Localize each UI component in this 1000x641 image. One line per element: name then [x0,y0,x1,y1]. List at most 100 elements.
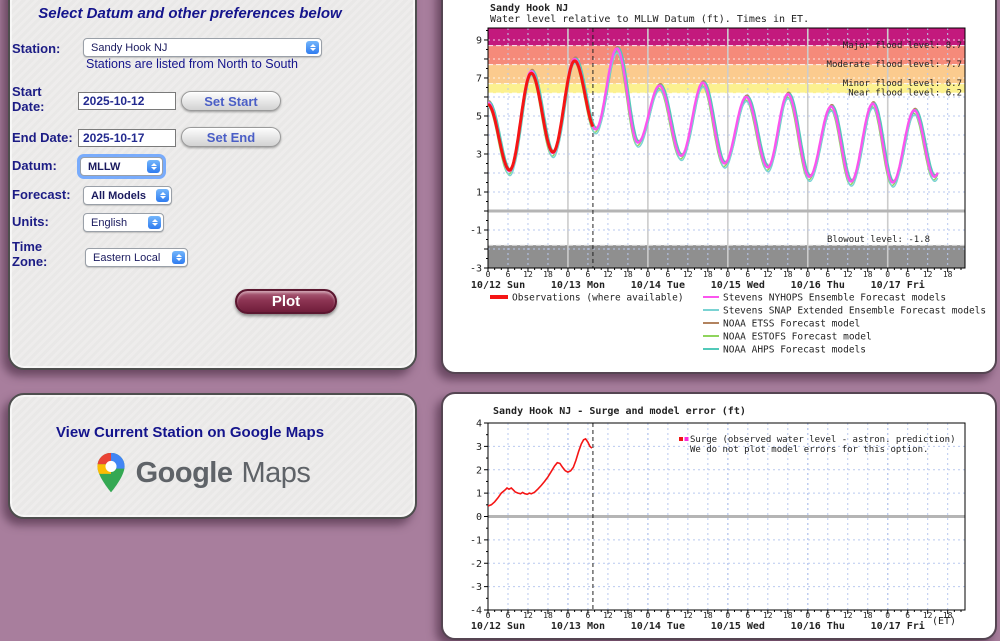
flood-label: Near flood level: 6.2 [848,89,962,99]
svg-text:12: 12 [763,270,773,279]
set-start-button[interactable]: Set Start [181,91,281,111]
svg-text:12: 12 [683,270,693,279]
svg-text:12: 12 [843,611,853,620]
y-tick-label: 1 [476,187,482,198]
svg-text:18: 18 [623,270,633,279]
x-day-label: 10/12 Sun [471,280,525,291]
svg-text:18: 18 [863,270,873,279]
flood-label: Major flood level: 8.7 [843,41,962,51]
legend-label: Observations (where available) [512,293,684,304]
start-date-input[interactable] [78,92,176,110]
flood-label: Moderate flood level: 7.7 [827,60,962,70]
svg-text:6: 6 [506,270,511,279]
x-axis-suffix: (ET) [932,616,956,627]
google-wordmark: Google [136,457,233,490]
end-date-input[interactable] [78,129,176,147]
svg-text:0: 0 [566,270,571,279]
maps-wordmark: Maps [241,457,310,490]
svg-text:12: 12 [763,611,773,620]
x-day-label: 10/15 Wed [711,621,765,632]
svg-text:12: 12 [523,611,533,620]
timezone-select[interactable]: Eastern Local [85,248,188,267]
x-day-label: 10/13 Mon [551,621,605,632]
svg-text:12: 12 [523,270,533,279]
start-date-label: Start Date: [12,84,64,114]
y-tick-label: 3 [476,442,482,453]
x-day-label: 10/17 Fri [871,279,925,291]
y-tick-label: 7 [476,73,482,84]
select-stepper-icon [172,251,185,264]
svg-text:0: 0 [486,611,491,620]
legend-label: We do not plot model errors for this opt… [690,445,928,455]
datum-select[interactable]: MLLW [80,157,163,176]
y-tick-label: -3 [470,582,482,593]
chart-subtitle: Water level relative to MLLW Datum (ft).… [490,14,809,25]
y-tick-label: -1 [470,535,482,546]
legend-label: Surge (observed water level - astron. pr… [690,435,956,445]
legend-label: NOAA AHPS Forecast models [723,345,866,356]
svg-text:6: 6 [825,270,830,279]
y-tick-label: -3 [470,264,482,275]
svg-text:12: 12 [683,611,693,620]
y-tick-label: -1 [470,225,482,236]
svg-text:18: 18 [943,270,953,279]
svg-text:0: 0 [885,611,890,620]
forecast-select-value: All Models [91,190,156,202]
y-tick-label: 0 [476,512,482,523]
svg-text:0: 0 [645,611,650,620]
forecast-select[interactable]: All Models [83,186,172,205]
station-select-value: Sandy Hook NJ [91,42,306,54]
y-tick-label: 9 [476,35,482,46]
google-maps-link[interactable]: View Current Station on Google Maps [20,424,360,441]
svg-text:6: 6 [905,270,910,279]
svg-text:6: 6 [665,270,670,279]
datum-label: Datum: [12,158,57,173]
x-day-label: 10/16 Thu [791,280,845,291]
svg-text:18: 18 [543,270,553,279]
svg-text:6: 6 [905,611,910,620]
svg-text:18: 18 [703,611,713,620]
plot-button[interactable]: Plot [235,289,337,314]
units-select[interactable]: English [83,213,164,232]
blowout-label: Blowout level: -1.8 [827,235,930,245]
legend-swatch [685,437,689,441]
surge-chart: 06121810/12 Sun06121810/13 Mon06121810/1… [441,394,993,636]
svg-text:0: 0 [566,611,571,620]
svg-text:0: 0 [885,270,890,279]
svg-text:18: 18 [623,611,633,620]
y-tick-label: 3 [476,149,482,160]
x-day-label: 10/14 Tue [631,621,685,632]
y-tick-label: 1 [476,489,482,500]
y-tick-label: -2 [470,559,482,570]
station-select[interactable]: Sandy Hook NJ [83,38,322,57]
select-stepper-icon [156,189,169,202]
units-label: Units: [12,214,49,229]
google-maps-logo[interactable]: Google Maps [0,452,405,494]
y-tick-label: 5 [476,111,482,122]
svg-text:18: 18 [783,270,793,279]
svg-text:6: 6 [745,270,750,279]
station-label: Station: [12,41,60,56]
svg-text:6: 6 [825,611,830,620]
flood-label: Minor flood level: 6.7 [843,79,962,89]
x-day-label: 10/15 Wed [711,280,765,291]
select-stepper-icon [147,160,160,173]
svg-text:0: 0 [805,611,810,620]
svg-text:6: 6 [586,611,591,620]
datum-select-value: MLLW [88,161,147,173]
svg-text:6: 6 [506,611,511,620]
x-day-label: 10/12 Sun [471,621,525,632]
svg-text:6: 6 [665,611,670,620]
legend-swatch [679,437,683,441]
svg-text:12: 12 [843,270,853,279]
google-maps-pin-icon [95,452,127,494]
svg-text:0: 0 [805,270,810,279]
set-end-button[interactable]: Set End [181,127,281,147]
timezone-label: Time Zone: [12,239,62,269]
select-stepper-icon [306,41,319,54]
legend-label: NOAA ESTOFS Forecast model [723,332,872,343]
x-day-label: 10/17 Fri [871,620,925,632]
svg-text:0: 0 [725,270,730,279]
chart-title: Sandy Hook NJ [490,3,568,14]
svg-text:18: 18 [543,611,553,620]
